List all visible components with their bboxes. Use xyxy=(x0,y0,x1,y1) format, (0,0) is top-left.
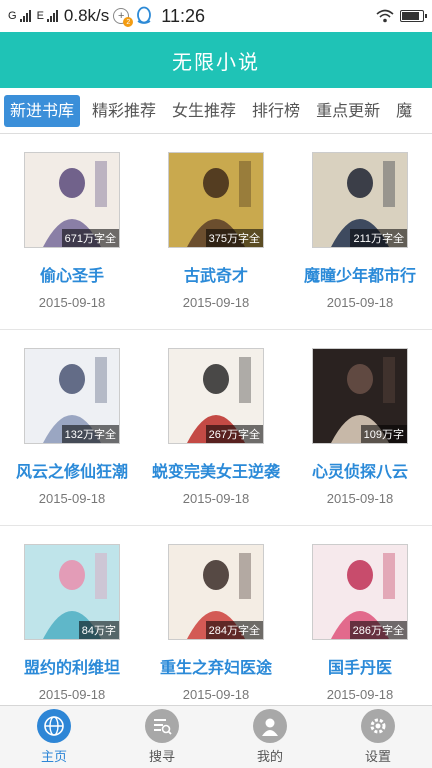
book-item[interactable]: 375万字全 古武奇才 2015-09-18 xyxy=(144,134,288,329)
book-row: 671万字全 偷心圣手 2015-09-18 375万字全 古武奇才 2015-… xyxy=(0,134,432,330)
book-item[interactable]: 84万字 盟约的利维坦 2015-09-18 xyxy=(0,526,144,721)
book-date: 2015-09-18 xyxy=(326,295,394,310)
gear-icon xyxy=(361,709,395,743)
book-cover[interactable]: 109万字 xyxy=(312,348,408,444)
user-icon xyxy=(253,709,287,743)
book-date: 2015-09-18 xyxy=(38,491,106,506)
book-title[interactable]: 重生之弃妇医途 xyxy=(160,654,272,678)
word-count-badge: 286万字全 xyxy=(349,621,407,639)
globe-icon xyxy=(37,709,71,743)
nav-label: 我的 xyxy=(256,750,283,765)
book-grid: 671万字全 偷心圣手 2015-09-18 375万字全 古武奇才 2015-… xyxy=(0,134,432,722)
book-date: 2015-09-18 xyxy=(182,295,250,310)
book-cover[interactable]: 132万字全 xyxy=(24,348,120,444)
book-title[interactable]: 古武奇才 xyxy=(184,262,248,286)
book-title[interactable]: 偷心圣手 xyxy=(40,262,104,286)
qq-icon xyxy=(137,6,152,24)
carrier-label-1: G xyxy=(8,10,17,22)
book-date: 2015-09-18 xyxy=(38,687,106,702)
wifi-icon xyxy=(376,9,394,23)
search-list-icon xyxy=(145,709,179,743)
word-count-badge: 109万字 xyxy=(360,425,407,443)
signal-icon-2 xyxy=(46,10,58,22)
category-tabs: 新进书库 精彩推荐 女生推荐 排行榜 重点更新 魔 xyxy=(0,88,432,134)
book-title[interactable]: 蜕变完美女王逆袭 xyxy=(152,458,280,482)
book-title[interactable]: 盟约的利维坦 xyxy=(24,654,120,678)
nav-settings[interactable]: 设置 xyxy=(324,706,432,768)
carrier-label-2: E xyxy=(36,10,44,22)
book-item[interactable]: 284万字全 重生之弃妇医途 2015-09-18 xyxy=(144,526,288,721)
book-date: 2015-09-18 xyxy=(38,295,106,310)
book-cover[interactable]: 84万字 xyxy=(24,544,120,640)
word-count-badge: 267万字全 xyxy=(205,425,263,443)
status-bar: G E 0.8k/s +2 11:26 xyxy=(0,0,432,32)
book-item[interactable]: 132万字全 风云之修仙狂潮 2015-09-18 xyxy=(0,330,144,525)
word-count-badge: 284万字全 xyxy=(205,621,263,639)
book-title[interactable]: 风云之修仙狂潮 xyxy=(16,458,128,482)
book-row: 84万字 盟约的利维坦 2015-09-18 284万字全 重生之弃妇医途 20… xyxy=(0,526,432,722)
notification-count: 2 xyxy=(123,17,134,27)
book-date: 2015-09-18 xyxy=(182,491,250,506)
book-item[interactable]: 211万字全 魔瞳少年都市行 2015-09-18 xyxy=(288,134,432,329)
word-count-badge: 211万字全 xyxy=(350,229,407,247)
tab-ranking[interactable]: 排行榜 xyxy=(244,95,308,127)
book-item[interactable]: 671万字全 偷心圣手 2015-09-18 xyxy=(0,134,144,329)
word-count-badge: 132万字全 xyxy=(61,425,119,443)
signal-icon-1 xyxy=(19,10,31,22)
book-row: 132万字全 风云之修仙狂潮 2015-09-18 267万字全 蜕变完美女王逆… xyxy=(0,330,432,526)
app-header: 无限小说 xyxy=(0,32,432,88)
word-count-badge: 84万字 xyxy=(78,621,119,639)
word-count-badge: 671万字全 xyxy=(61,229,119,247)
clock: 11:26 xyxy=(161,5,205,26)
page-title: 无限小说 xyxy=(172,49,260,74)
book-title[interactable]: 国手丹医 xyxy=(328,654,392,678)
tab-overflow[interactable]: 魔 xyxy=(388,95,420,127)
battery-icon xyxy=(400,10,427,22)
nav-search[interactable]: 搜寻 xyxy=(108,706,216,768)
book-date: 2015-09-18 xyxy=(182,687,250,702)
book-item[interactable]: 109万字 心灵侦探八云 2015-09-18 xyxy=(288,330,432,525)
nav-label: 设置 xyxy=(364,750,391,765)
tab-new-library[interactable]: 新进书库 xyxy=(4,94,81,127)
book-cover[interactable]: 267万字全 xyxy=(168,348,264,444)
book-title[interactable]: 心灵侦探八云 xyxy=(312,458,408,482)
book-cover[interactable]: 671万字全 xyxy=(24,152,120,248)
nav-label: 搜寻 xyxy=(148,750,175,765)
nav-label: 主页 xyxy=(40,750,67,765)
book-cover[interactable]: 211万字全 xyxy=(312,152,408,248)
book-title[interactable]: 魔瞳少年都市行 xyxy=(304,262,416,286)
book-date: 2015-09-18 xyxy=(326,491,394,506)
book-cover[interactable]: 284万字全 xyxy=(168,544,264,640)
network-speed: 0.8k/s xyxy=(63,6,110,25)
book-cover[interactable]: 286万字全 xyxy=(312,544,408,640)
book-item[interactable]: 286万字全 国手丹医 2015-09-18 xyxy=(288,526,432,721)
tab-featured[interactable]: 精彩推荐 xyxy=(84,95,164,127)
tab-updates[interactable]: 重点更新 xyxy=(308,95,388,127)
book-date: 2015-09-18 xyxy=(326,687,394,702)
bottom-nav: 主页 搜寻 我的 设置 xyxy=(0,705,432,768)
notification-icon: +2 xyxy=(113,8,134,27)
word-count-badge: 375万字全 xyxy=(205,229,263,247)
nav-mine[interactable]: 我的 xyxy=(216,706,324,768)
book-item[interactable]: 267万字全 蜕变完美女王逆袭 2015-09-18 xyxy=(144,330,288,525)
nav-home[interactable]: 主页 xyxy=(0,706,108,768)
tab-female[interactable]: 女生推荐 xyxy=(164,95,244,127)
book-cover[interactable]: 375万字全 xyxy=(168,152,264,248)
